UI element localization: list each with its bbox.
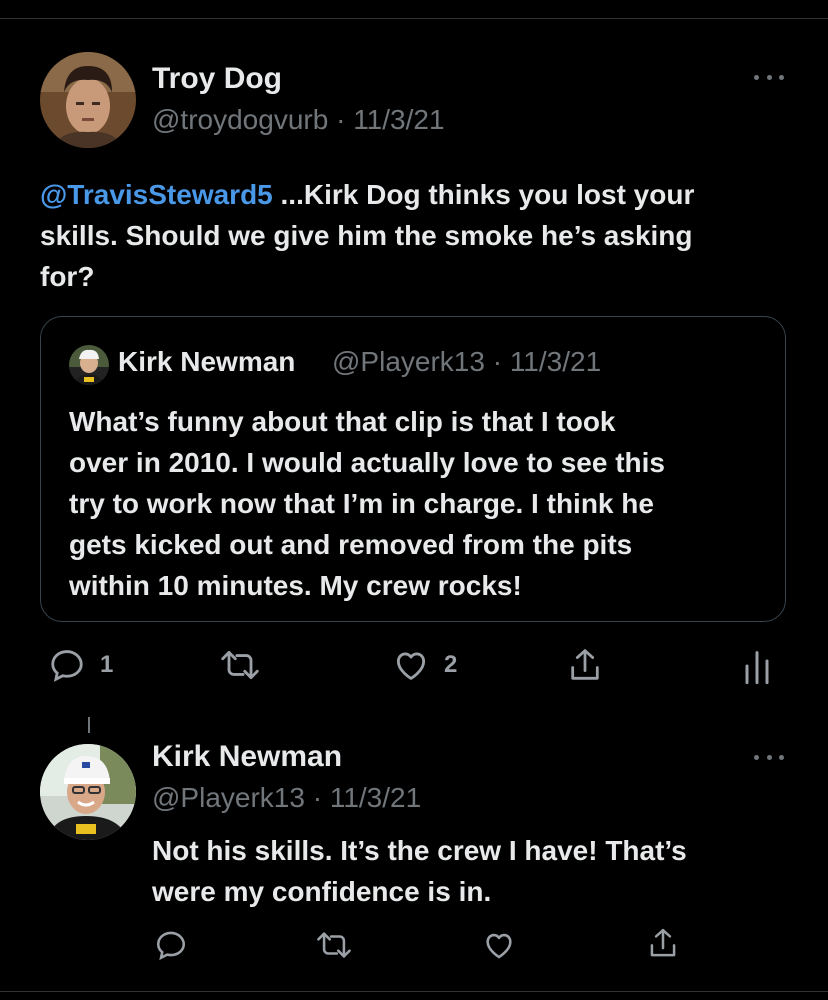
reply-handle[interactable]: @Playerk13 <box>152 782 305 813</box>
tweet-date[interactable]: 11/3/21 <box>353 104 444 135</box>
tweet-text: @TravisSteward5 ...Kirk Dog thinks you l… <box>40 174 800 297</box>
retweet-icon <box>317 932 351 958</box>
reply-handle-date: @Playerk13 · 11/3/21 <box>152 782 421 814</box>
quoted-author-avatar <box>69 345 109 385</box>
quoted-text-line: try to work now that I’m in charge. I th… <box>69 488 654 519</box>
reply-button[interactable]: 1 <box>48 646 113 684</box>
mention-link[interactable]: @TravisSteward5 <box>40 179 273 210</box>
share-button[interactable] <box>566 646 604 686</box>
reply-icon <box>51 650 83 682</box>
reply-reply-button[interactable] <box>154 928 188 962</box>
heart-icon <box>396 652 426 680</box>
analytics-icon <box>745 651 769 685</box>
reply-text-line: Not his skills. It’s the crew I have! Th… <box>152 835 687 866</box>
thread-connector <box>88 717 90 733</box>
separator-dot: · <box>304 782 330 813</box>
share-icon <box>650 928 676 957</box>
analytics-button[interactable] <box>740 646 774 686</box>
reply-retweet-button[interactable] <box>314 928 354 962</box>
share-icon <box>571 649 599 680</box>
separator-dot: · <box>328 104 354 135</box>
quoted-text-line: gets kicked out and removed from the pit… <box>69 529 633 560</box>
quoted-tweet-card[interactable]: Kirk Newman @Playerk13 · 11/3/21 What’s … <box>40 316 786 622</box>
more-horizontal-icon[interactable] <box>754 752 784 762</box>
reply-text: Not his skills. It’s the crew I have! Th… <box>152 830 812 912</box>
reply-count: 1 <box>100 651 114 678</box>
reply-icon <box>156 931 186 961</box>
troy-dog-avatar[interactable] <box>40 52 136 148</box>
quoted-text-line: What’s funny about that clip is that I t… <box>69 406 616 437</box>
reply-text-line: were my confidence is in. <box>152 876 492 907</box>
top-divider <box>0 18 828 19</box>
tweet-text-line-1: @TravisSteward5 ...Kirk Dog thinks you l… <box>40 179 695 210</box>
tweet-handle-date: @troydogvurb · 11/3/21 <box>152 104 445 136</box>
tweet-text-line-3: for? <box>40 261 95 292</box>
quoted-text-line: within 10 minutes. My crew rocks! <box>69 570 522 601</box>
retweet-icon <box>221 651 259 679</box>
reply-author-name[interactable]: Kirk Newman <box>152 740 342 774</box>
quoted-author-name: Kirk Newman <box>118 346 296 377</box>
kirk-newman-avatar[interactable] <box>40 744 136 840</box>
heart-icon <box>486 933 512 959</box>
like-button[interactable]: 2 <box>392 646 457 684</box>
quoted-text-line: over in 2010. I would actually love to s… <box>69 447 665 478</box>
reply-like-button[interactable] <box>482 928 516 962</box>
reply-date[interactable]: 11/3/21 <box>330 782 421 813</box>
bottom-divider <box>0 991 828 992</box>
reply-share-button[interactable] <box>646 926 680 962</box>
quoted-handle-date: @Playerk13 · 11/3/21 <box>332 346 602 377</box>
like-count: 2 <box>444 651 458 678</box>
tweet-handle[interactable]: @troydogvurb <box>152 104 328 135</box>
tweet-author-name[interactable]: Troy Dog <box>152 62 282 96</box>
more-horizontal-icon[interactable] <box>754 72 784 82</box>
tweet-text-line-2: skills. Should we give him the smoke he’… <box>40 220 693 251</box>
quoted-tweet-text: What’s funny about that clip is that I t… <box>69 401 769 606</box>
retweet-button[interactable] <box>218 646 262 684</box>
